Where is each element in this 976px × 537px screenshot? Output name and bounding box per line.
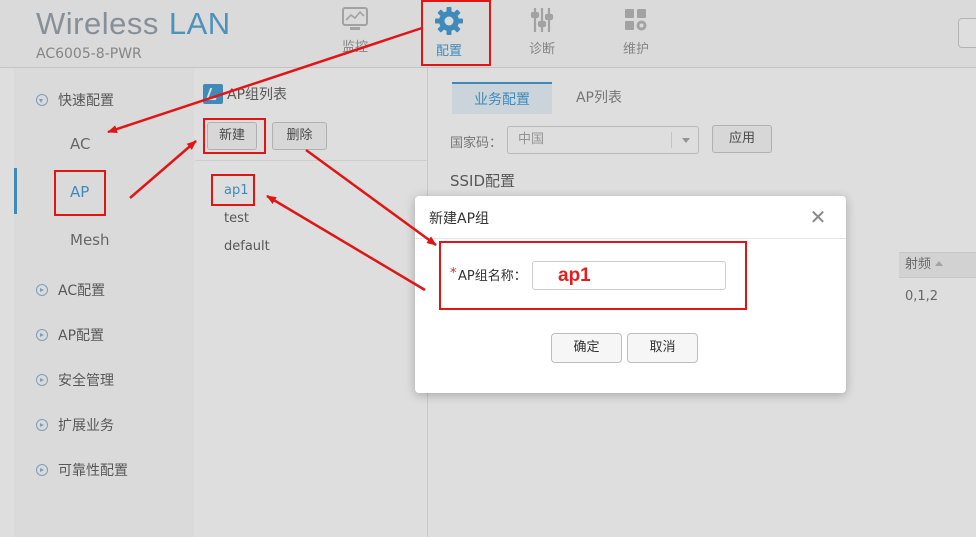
annotation-box-ap <box>54 170 106 216</box>
close-icon[interactable]: ✕ <box>807 206 829 228</box>
annotation-box-ap1 <box>211 174 255 206</box>
cancel-button[interactable]: 取消 <box>627 333 698 363</box>
dialog-title: 新建AP组 <box>429 211 490 227</box>
annotation-box-new <box>203 118 266 154</box>
annotation-box-config <box>421 0 491 66</box>
dialog-header: 新建AP组 ✕ <box>415 196 846 239</box>
ok-button[interactable]: 确定 <box>551 333 622 363</box>
annotation-box-name-field <box>439 241 747 310</box>
